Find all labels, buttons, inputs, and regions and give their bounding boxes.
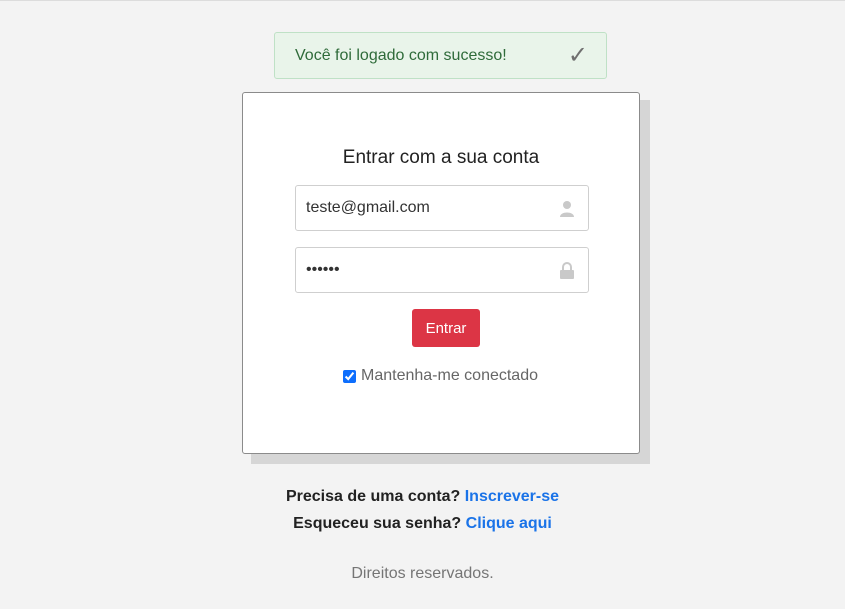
remember-checkbox[interactable]: [343, 369, 356, 383]
password-input[interactable]: [306, 261, 550, 279]
success-alert: Você foi logado com sucesso! ✓: [274, 32, 607, 79]
forgot-line: Esqueceu sua senha? Clique aqui: [0, 514, 845, 541]
copyright: Direitos reservados.: [351, 565, 494, 582]
user-icon: [558, 199, 576, 217]
forgot-link[interactable]: Clique aqui: [466, 515, 552, 532]
email-field[interactable]: [295, 185, 589, 231]
remember-label: Mantenha-me conectado: [361, 367, 538, 384]
lock-icon: [558, 261, 576, 279]
signup-line: Precisa de uma conta? Inscrever-se: [0, 487, 845, 514]
remember-me[interactable]: Mantenha-me conectado: [343, 367, 538, 385]
login-card: Entrar com a sua conta Entrar Mantenha-m…: [242, 92, 640, 454]
forgot-prompt: Esqueceu sua senha?: [293, 515, 466, 532]
check-icon: ✓: [567, 41, 588, 69]
signup-link[interactable]: Inscrever-se: [465, 488, 559, 505]
signup-prompt: Precisa de uma conta?: [285, 488, 465, 505]
email-input[interactable]: [306, 199, 550, 217]
login-title: Entrar com a sua conta: [342, 147, 540, 168]
login-button[interactable]: Entrar: [412, 309, 480, 347]
footer-links: Precisa de uma conta? Inscrever-se Esque…: [0, 487, 845, 541]
password-field[interactable]: [295, 247, 589, 293]
alert-message: Você foi logado com sucesso!: [295, 46, 507, 64]
